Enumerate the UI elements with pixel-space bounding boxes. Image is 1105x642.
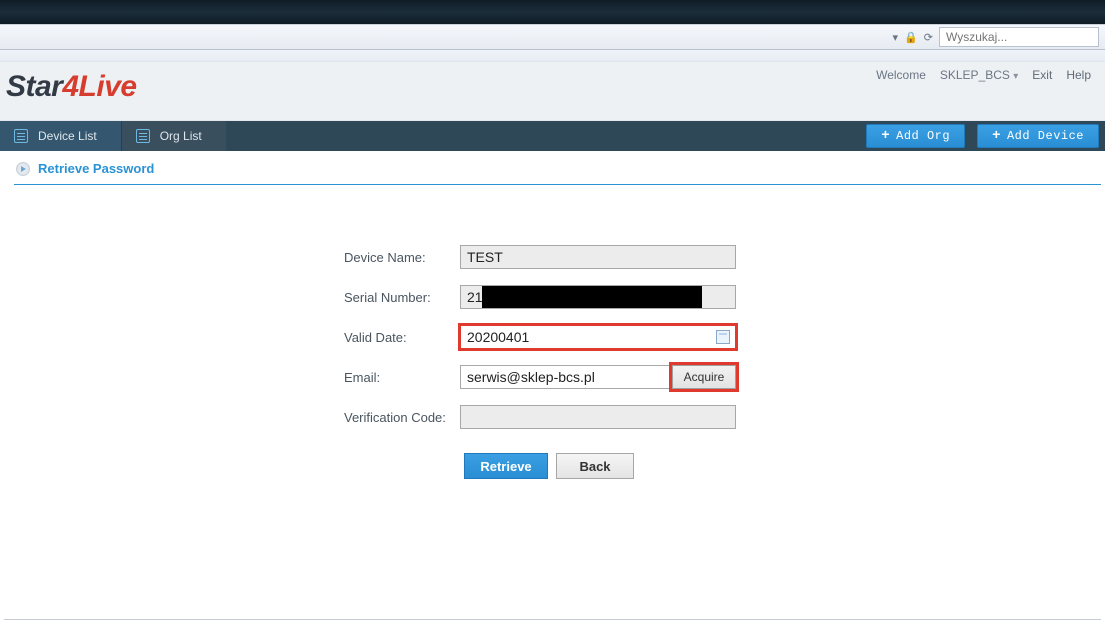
user-name[interactable]: SKLEP_BCS: [940, 68, 1010, 82]
retrieve-password-form: Device Name: Serial Number: Valid Date:: [0, 245, 1105, 479]
redaction-mask: [482, 286, 702, 308]
browser-toolbar: ▾ 🔒 ⟳: [0, 24, 1105, 50]
button-label: Add Device: [1007, 129, 1084, 143]
reload-icon[interactable]: ⟳: [924, 31, 933, 44]
breadcrumb: Retrieve Password: [10, 151, 1105, 184]
email-label: Email:: [0, 370, 460, 385]
window-titlebar: [0, 0, 1105, 24]
verification-code-label: Verification Code:: [0, 410, 460, 425]
main-navbar: Device List Org List + Add Org + Add Dev…: [0, 121, 1105, 151]
page-title: Retrieve Password: [38, 161, 154, 176]
tab-org-list[interactable]: Org List: [121, 121, 226, 151]
browser-search-input[interactable]: [939, 27, 1099, 47]
bookmarks-bar: [0, 50, 1105, 62]
calendar-icon[interactable]: [716, 330, 730, 344]
add-device-button[interactable]: + Add Device: [977, 124, 1099, 148]
email-field[interactable]: [460, 365, 672, 389]
valid-date-field[interactable]: [460, 325, 736, 349]
chevron-down-icon[interactable]: ▾: [1013, 71, 1018, 82]
welcome-text: Welcome: [876, 68, 926, 82]
tab-label: Device List: [38, 129, 97, 143]
retrieve-button[interactable]: Retrieve: [464, 453, 548, 479]
back-button[interactable]: Back: [556, 453, 634, 479]
button-label: Add Org: [896, 129, 950, 143]
list-icon: [136, 129, 150, 143]
dropdown-icon[interactable]: ▾: [893, 31, 899, 44]
tab-device-list[interactable]: Device List: [0, 121, 121, 151]
add-org-button[interactable]: + Add Org: [866, 124, 965, 148]
lock-icon: 🔒: [904, 31, 918, 44]
play-icon: [16, 162, 30, 176]
plus-icon: +: [992, 128, 1001, 144]
list-icon: [14, 129, 28, 143]
device-name-field[interactable]: [460, 245, 736, 269]
divider: [14, 184, 1101, 185]
plus-icon: +: [881, 128, 890, 144]
help-link[interactable]: Help: [1066, 68, 1091, 82]
valid-date-label: Valid Date:: [0, 330, 460, 345]
verification-code-field[interactable]: [460, 405, 736, 429]
tab-label: Org List: [160, 129, 202, 143]
serial-number-label: Serial Number:: [0, 290, 460, 305]
acquire-button[interactable]: Acquire: [672, 365, 736, 389]
app-header: Welcome SKLEP_BCS ▾ Exit Help Star4Live: [0, 62, 1105, 121]
divider: [4, 619, 1101, 620]
device-name-label: Device Name:: [0, 250, 460, 265]
exit-link[interactable]: Exit: [1032, 68, 1052, 82]
